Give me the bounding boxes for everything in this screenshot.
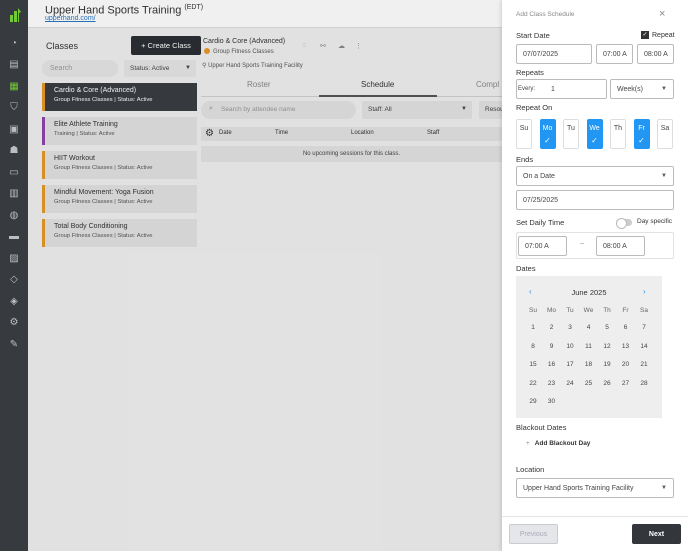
calendar-day[interactable]: 14	[637, 343, 651, 350]
day-specific-label: Day specific	[637, 218, 673, 225]
repeat-day-fr[interactable]: Fr ✓	[633, 119, 650, 149]
weekday-header: We	[583, 307, 594, 314]
add-blackout-day-button[interactable]: + Add Blackout Day	[526, 440, 590, 447]
panel-footer-divider	[502, 516, 688, 517]
calendar-day[interactable]: 18	[582, 361, 596, 368]
calendar-day[interactable]: 5	[600, 324, 614, 331]
weekday-header: Su	[529, 307, 537, 314]
calendar-day[interactable]: 11	[582, 343, 596, 350]
ends-mode-select[interactable]: On a Date ▼	[516, 166, 674, 186]
calendar-month: June 2025	[571, 288, 607, 297]
weekday-header: Sa	[640, 307, 648, 314]
calendar-day[interactable]: 10	[563, 343, 577, 350]
location-select[interactable]: Upper Hand Sports Training Facility ▼	[516, 478, 674, 498]
location-label: Location	[516, 465, 545, 474]
previous-button[interactable]: Previous	[509, 524, 558, 544]
calendar-day[interactable]: 16	[545, 361, 559, 368]
check-icon: ✓	[638, 136, 645, 145]
weekday-header: Mo	[546, 307, 557, 314]
calendar-day[interactable]: 2	[545, 324, 559, 331]
calendar-day[interactable]: 7	[637, 324, 651, 331]
weekday-header: Tu	[566, 307, 574, 314]
daily-time-label: Set Daily Time	[516, 218, 565, 227]
calendar-day[interactable]: 23	[545, 380, 559, 387]
end-time-field[interactable]: 08:00 A	[637, 44, 674, 64]
calendar-day[interactable]: 21	[637, 361, 651, 368]
chevron-down-icon: ▼	[661, 86, 667, 92]
repeat-day-mo[interactable]: Mo ✓	[539, 119, 556, 149]
calendar-day[interactable]: 4	[582, 324, 596, 331]
calendar-day[interactable]: 13	[619, 343, 633, 350]
calendar-day[interactable]: 26	[600, 380, 614, 387]
day-specific-toggle[interactable]	[616, 218, 632, 229]
ends-date-field[interactable]: 07/25/2025	[516, 190, 674, 210]
add-class-schedule-panel: Add Class Schedule × Start Date ✓ Repeat…	[502, 0, 688, 551]
start-time-field[interactable]: 07:00 A	[596, 44, 633, 64]
time-separator: –	[580, 240, 584, 247]
calendar-day[interactable]: 22	[526, 380, 540, 387]
calendar-day[interactable]: 20	[619, 361, 633, 368]
repeat-day-we[interactable]: We ✓	[586, 119, 603, 149]
start-date-label: Start Date	[516, 31, 550, 40]
daily-end-time-field[interactable]: 08:00 A	[596, 236, 645, 256]
weekday-header: Fr	[622, 307, 629, 314]
chevron-right-icon[interactable]: ›	[643, 287, 646, 296]
blackout-dates-label: Blackout Dates	[516, 423, 567, 432]
close-icon[interactable]: ×	[659, 8, 665, 20]
calendar-day[interactable]: 27	[619, 380, 633, 387]
panel-title: Add Class Schedule	[516, 11, 575, 18]
check-icon: ✓	[591, 136, 598, 145]
calendar-day[interactable]: 9	[545, 343, 559, 350]
calendar-day[interactable]: 29	[526, 398, 540, 405]
repeat-day-tu[interactable]: Tu	[563, 119, 579, 149]
calendar-day[interactable]: 24	[563, 380, 577, 387]
calendar-day[interactable]: 30	[545, 398, 559, 405]
calendar-day[interactable]: 8	[526, 343, 540, 350]
every-label: Every:	[518, 86, 536, 92]
calendar-day[interactable]: 1	[526, 324, 540, 331]
calendar-day[interactable]: 15	[526, 361, 540, 368]
repeat-period-select[interactable]: Week(s) ▼	[610, 79, 674, 99]
check-icon: ✓	[544, 136, 551, 145]
calendar-day[interactable]: 17	[563, 361, 577, 368]
calendar-day[interactable]: 25	[582, 380, 596, 387]
repeats-label: Repeats	[516, 68, 544, 77]
start-date-field[interactable]: 07/07/2025	[516, 44, 592, 64]
repeat-on-label: Repeat On	[516, 103, 553, 112]
calendar-day[interactable]: 3	[563, 324, 577, 331]
chevron-down-icon: ▼	[661, 173, 667, 179]
calendar-day[interactable]: 6	[619, 324, 633, 331]
daily-start-time-field[interactable]: 07:00 A	[518, 236, 567, 256]
ends-label: Ends	[516, 155, 534, 164]
repeat-day-sa[interactable]: Sa	[657, 119, 673, 149]
modal-backdrop[interactable]	[0, 0, 502, 551]
calendar-day[interactable]: 28	[637, 380, 651, 387]
dates-label: Dates	[516, 264, 536, 273]
repeat-day-th[interactable]: Th	[610, 119, 626, 149]
plus-icon: +	[526, 440, 530, 447]
calendar-day[interactable]: 12	[600, 343, 614, 350]
weekday-header: Th	[603, 307, 611, 314]
next-button[interactable]: Next	[632, 524, 681, 544]
chevron-down-icon: ▼	[661, 485, 667, 491]
repeat-label: Repeat	[652, 32, 675, 39]
date-picker-calendar: ‹ June 2025 › Su Mo Tu We Th Fr Sa 1 2 3 4 5 6 7 8 9 10 1…	[516, 276, 662, 418]
repeat-checkbox[interactable]: ✓	[641, 31, 649, 39]
repeat-day-su[interactable]: Su	[516, 119, 532, 149]
calendar-day[interactable]: 19	[600, 361, 614, 368]
